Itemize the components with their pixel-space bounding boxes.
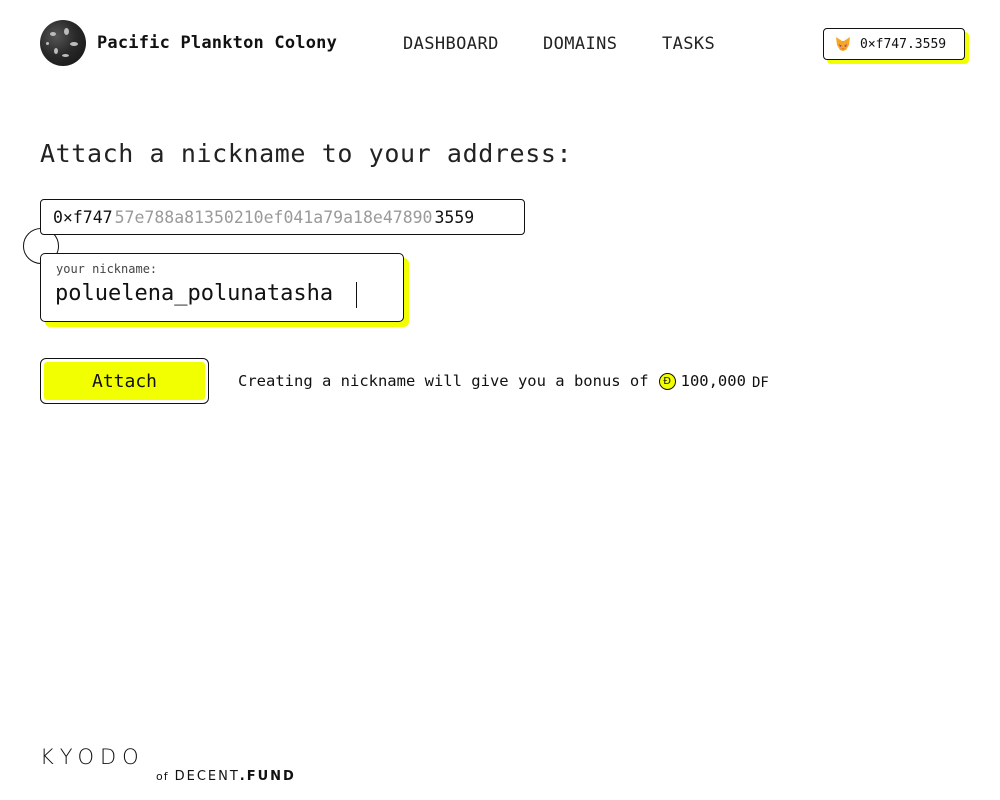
footer-of: of [156,770,169,783]
footer-decent: DECENT [174,769,240,784]
fox-icon [836,37,850,51]
address-middle: 57e788a81350210ef041a79a18e47890 [114,207,433,227]
attach-button[interactable]: Attach [40,358,209,404]
nav-tasks[interactable]: TASKS [662,34,715,54]
app-name[interactable]: Pacific Plankton Colony [97,33,337,53]
attach-label: Attach [44,362,205,400]
bonus-info: Creating a nickname will give you a bonu… [238,372,769,391]
address-prefix: 0×f747 [53,207,113,227]
bonus-amount: 100,000 [680,372,746,390]
footer-fund: .FUND [239,769,296,784]
address-suffix: 3559 [434,207,475,227]
text-caret [356,282,357,308]
colony-logo[interactable] [40,20,86,66]
address-display: 0×f747 57e788a81350210ef041a79a18e47890 … [40,199,525,235]
wallet-address: 0×f747.3559 [860,36,947,52]
page-title: Attach a nickname to your address: [40,139,573,168]
bonus-text: Creating a nickname will give you a bonu… [238,372,649,390]
kyodo-logo[interactable]: KYODO [40,745,145,769]
nav-dashboard[interactable]: DASHBOARD [403,34,499,54]
wallet-button[interactable]: 0×f747.3559 [823,28,965,60]
decent-fund-logo[interactable]: of DECENT.FUND [156,769,296,784]
nav-domains[interactable]: DOMAINS [543,34,617,54]
nickname-input[interactable] [55,281,375,306]
nickname-field[interactable]: your nickname: [40,253,404,322]
nickname-label: your nickname: [56,262,158,276]
bonus-unit: DF [751,375,769,391]
coin-icon: Ð [658,372,676,390]
